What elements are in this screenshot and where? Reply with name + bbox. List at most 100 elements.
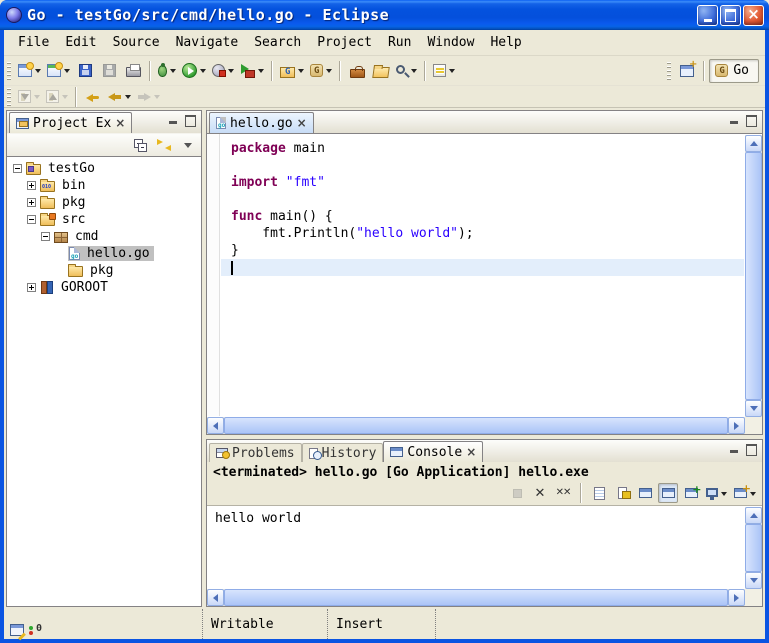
tree-item-hello-go[interactable]: hello.go (7, 245, 201, 262)
profile-button[interactable] (209, 59, 237, 83)
toolbar-grip[interactable] (7, 62, 11, 80)
go-perspective-button[interactable]: Go (709, 59, 759, 83)
console-horizontal-scrollbar[interactable] (207, 589, 745, 606)
minimize-button[interactable] (697, 5, 718, 26)
collapse-expander-icon[interactable] (41, 232, 50, 241)
remove-launch-button[interactable]: ✕ (530, 483, 550, 503)
open-folder-button[interactable] (369, 59, 393, 83)
tree-item-src[interactable]: src (7, 211, 201, 228)
show-console-on-stderr-button[interactable] (658, 483, 678, 503)
maximize-view-button[interactable] (744, 443, 759, 456)
close-icon[interactable] (466, 445, 476, 460)
toolbar-grip[interactable] (7, 88, 11, 106)
clear-console-button[interactable] (589, 483, 609, 503)
go-commands-button[interactable] (307, 59, 335, 83)
maximize-button[interactable] (720, 5, 741, 26)
scroll-left-button[interactable] (207, 417, 224, 434)
print-button[interactable] (121, 59, 145, 83)
minimize-view-button[interactable] (726, 114, 741, 127)
collapse-all-button[interactable] (130, 135, 150, 155)
tree-item-bin[interactable]: bin (7, 177, 201, 194)
close-button[interactable] (743, 5, 764, 26)
perspective-bar-grip[interactable] (667, 62, 671, 80)
scrollbar-thumb[interactable] (224, 589, 728, 606)
menu-search[interactable]: Search (246, 32, 309, 53)
status-counter-icon[interactable] (28, 623, 44, 636)
back-button[interactable] (105, 87, 134, 107)
tree-item-pkg[interactable]: pkg (7, 194, 201, 211)
titlebar[interactable]: Go - testGo/src/cmd/hello.go - Eclipse (0, 0, 769, 30)
scroll-lock-button[interactable] (612, 483, 632, 503)
collapse-expander-icon[interactable] (13, 164, 22, 173)
console-output[interactable]: hello world (207, 506, 744, 588)
scrollbar-thumb[interactable] (745, 152, 762, 400)
pin-console-button[interactable] (681, 483, 701, 503)
next-annotation-button[interactable] (15, 87, 43, 107)
tree-item-testgo[interactable]: testGo (7, 160, 201, 177)
tab-console[interactable]: Console (383, 441, 483, 462)
display-selected-console-button[interactable] (704, 483, 729, 503)
menu-project[interactable]: Project (309, 32, 380, 53)
tree-item-pkg-src[interactable]: pkg (7, 262, 201, 279)
menu-navigate[interactable]: Navigate (168, 32, 247, 53)
scroll-down-button[interactable] (745, 400, 762, 417)
minimize-view-button[interactable] (726, 443, 741, 456)
project-tree[interactable]: testGo bin pkg src (7, 156, 201, 606)
collapse-expander-icon[interactable] (27, 215, 36, 224)
new-go-element-button[interactable] (44, 59, 73, 83)
code-editor[interactable]: package main import "fmt" func main() { … (221, 134, 744, 416)
run-button[interactable] (179, 59, 209, 83)
close-icon[interactable] (297, 116, 307, 131)
scroll-right-button[interactable] (728, 417, 745, 434)
annotation-ruler[interactable] (207, 134, 220, 416)
external-tools-button[interactable] (237, 59, 267, 83)
remove-all-terminated-button[interactable]: ✕✕ (553, 483, 573, 503)
expand-expander-icon[interactable] (27, 283, 36, 292)
scroll-right-button[interactable] (728, 589, 745, 606)
maximize-view-button[interactable] (744, 114, 759, 127)
forward-button[interactable] (134, 87, 163, 107)
menu-edit[interactable]: Edit (57, 32, 104, 53)
search-button[interactable] (393, 59, 420, 83)
scroll-left-button[interactable] (207, 589, 224, 606)
new-wizard-button[interactable] (15, 59, 44, 83)
tree-item-goroot[interactable]: GOROOT (7, 279, 201, 296)
minimize-view-button[interactable] (165, 114, 180, 127)
last-edit-location-button[interactable] (81, 87, 105, 107)
open-perspective-button[interactable] (675, 59, 699, 83)
save-button[interactable] (73, 59, 97, 83)
toolbox-button[interactable] (345, 59, 369, 83)
tree-item-cmd[interactable]: cmd (7, 228, 201, 245)
menu-run[interactable]: Run (380, 32, 419, 53)
scroll-down-button[interactable] (745, 572, 762, 589)
fast-view-button[interactable] (10, 624, 24, 636)
editor-vertical-scrollbar[interactable] (745, 135, 762, 417)
console-vertical-scrollbar[interactable] (745, 507, 762, 589)
new-go-project-button[interactable] (277, 59, 307, 83)
expand-expander-icon[interactable] (27, 198, 36, 207)
show-console-on-stdout-button[interactable] (635, 483, 655, 503)
previous-annotation-button[interactable] (43, 87, 71, 107)
editor-horizontal-scrollbar[interactable] (207, 417, 745, 434)
maximize-view-button[interactable] (183, 114, 198, 127)
scrollbar-thumb[interactable] (745, 524, 762, 572)
terminate-button[interactable] (507, 483, 527, 503)
scroll-up-button[interactable] (745, 507, 762, 524)
menu-source[interactable]: Source (105, 32, 168, 53)
menu-help[interactable]: Help (482, 32, 529, 53)
tab-history[interactable]: History (302, 443, 384, 462)
tab-problems[interactable]: Problems (209, 443, 302, 462)
scrollbar-thumb[interactable] (224, 417, 728, 434)
save-all-button[interactable] (97, 59, 121, 83)
menu-window[interactable]: Window (419, 32, 482, 53)
expand-expander-icon[interactable] (27, 181, 36, 190)
mark-occurrences-button[interactable] (430, 59, 458, 83)
close-icon[interactable] (115, 116, 125, 131)
project-explorer-tab[interactable]: Project Ex (9, 112, 132, 133)
menu-file[interactable]: File (10, 32, 57, 53)
scroll-up-button[interactable] (745, 135, 762, 152)
view-menu-button[interactable] (178, 135, 198, 155)
editor-tab-hello-go[interactable]: hello.go (209, 112, 314, 133)
open-console-button[interactable] (732, 483, 758, 503)
debug-button[interactable] (155, 59, 179, 83)
